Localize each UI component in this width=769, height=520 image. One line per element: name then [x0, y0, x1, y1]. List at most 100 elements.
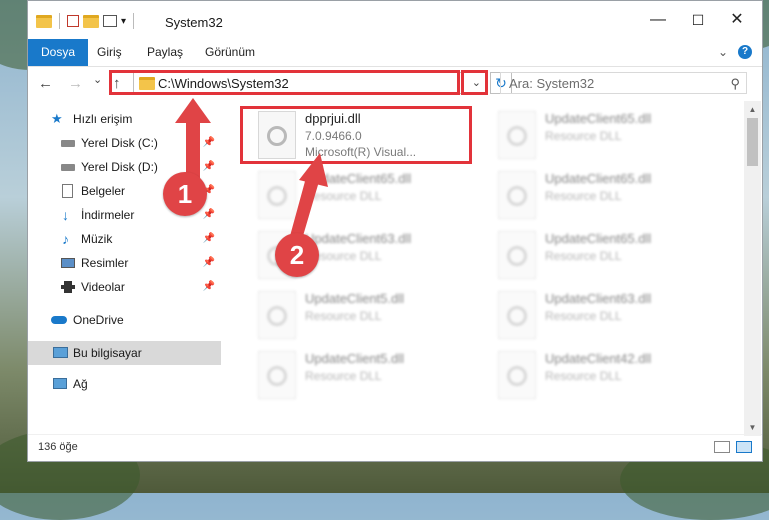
- sidebar-item-music[interactable]: ♪ Müzik 📌: [28, 227, 221, 251]
- sidebar-item-label: Belgeler: [81, 184, 126, 198]
- file-highlight-box: [240, 106, 472, 164]
- sidebar-item-label: Yerel Disk (D:): [81, 160, 158, 174]
- refresh-highlight-box: [461, 70, 488, 95]
- title-bar: ▾ System32 — ☐ ✕: [28, 1, 762, 39]
- properties-icon[interactable]: [67, 15, 79, 27]
- dll-file-icon: [258, 171, 296, 219]
- forward-arrow-icon[interactable]: →: [68, 75, 83, 92]
- view-switcher: [714, 441, 752, 453]
- separator: [133, 13, 135, 29]
- computer-icon: [53, 347, 68, 358]
- expand-ribbon-chevron-icon[interactable]: ⌄: [718, 45, 728, 59]
- help-icon[interactable]: ?: [738, 45, 752, 59]
- download-icon: ↓: [62, 207, 69, 223]
- tab-home[interactable]: Giriş: [97, 39, 122, 66]
- maximize-button[interactable]: ☐: [683, 9, 713, 31]
- sidebar-item-label: İndirmeler: [81, 208, 135, 222]
- tab-share[interactable]: Paylaş: [147, 39, 183, 66]
- item-count: 136 öğe: [38, 441, 78, 453]
- window-title: System32: [165, 15, 223, 30]
- dll-file-icon: [498, 231, 536, 279]
- details-view-icon[interactable]: [714, 441, 730, 453]
- scroll-thumb[interactable]: [747, 118, 758, 166]
- file-item[interactable]: UpdateClient63.dll Resource DLL: [488, 286, 713, 344]
- pin-icon: 📌: [202, 161, 215, 172]
- pin-icon: 📌: [202, 281, 215, 292]
- sidebar-item-label: Müzik: [81, 232, 113, 246]
- recent-locations-chevron-icon[interactable]: ⌄: [93, 73, 102, 86]
- file-name: UpdateClient42.dll: [545, 351, 652, 366]
- sidebar-item-label: OneDrive: [73, 313, 124, 327]
- back-arrow-icon[interactable]: ←: [38, 75, 53, 92]
- file-item[interactable]: UpdateClient42.dll Resource DLL: [488, 346, 713, 404]
- sidebar-item-pictures[interactable]: Resimler 📌: [28, 251, 221, 275]
- tab-file[interactable]: Dosya: [28, 39, 89, 66]
- ribbon-tabs: Dosya Giriş Paylaş Görünüm ⌄ ?: [28, 39, 762, 67]
- pictures-icon: [61, 258, 75, 268]
- tiles-view-icon[interactable]: [736, 441, 752, 453]
- dll-file-icon: [258, 351, 296, 399]
- customize-toolbar-chevron-icon[interactable]: ▾: [121, 16, 126, 27]
- ribbon-controls: ⌄ ?: [718, 45, 752, 59]
- folder-icon: [36, 14, 52, 28]
- search-input[interactable]: Ara: System32 ⚲: [500, 72, 747, 94]
- dll-file-icon: [498, 351, 536, 399]
- drive-icon: [61, 140, 75, 147]
- file-item[interactable]: UpdateClient5.dll Resource DLL: [248, 286, 473, 344]
- navigation-pane: ★ Hızlı erişim Yerel Disk (C:) 📌 Yerel D…: [28, 104, 221, 434]
- dll-file-icon: [498, 291, 536, 339]
- file-name: UpdateClient65.dll: [545, 111, 652, 126]
- dll-file-icon: [258, 291, 296, 339]
- file-type: Resource DLL: [545, 369, 622, 383]
- documents-icon: [62, 184, 73, 198]
- search-icon: ⚲: [730, 76, 740, 91]
- separator: [59, 13, 60, 29]
- drive-icon: [61, 164, 75, 171]
- file-type: Resource DLL: [545, 309, 622, 323]
- sidebar-item-videos[interactable]: Videolar 📌: [28, 275, 221, 299]
- cloud-icon: [51, 316, 67, 324]
- pin-icon: 📌: [202, 257, 215, 268]
- dll-file-icon: [498, 171, 536, 219]
- scroll-up-arrow-icon[interactable]: ▲: [744, 101, 761, 118]
- sidebar-item-quick-access[interactable]: ★ Hızlı erişim: [28, 107, 221, 131]
- sidebar-item-network[interactable]: Ağ: [28, 372, 221, 396]
- music-icon: ♪: [62, 231, 69, 247]
- pin-icon: 📌: [202, 233, 215, 244]
- file-item[interactable]: UpdateClient65.dll Resource DLL: [488, 226, 713, 284]
- sidebar-item-label: Bu bilgisayar: [73, 346, 142, 360]
- file-name: UpdateClient5.dll: [305, 351, 405, 366]
- quick-access-toolbar: ▾: [36, 13, 137, 29]
- pin-icon: 📌: [202, 137, 215, 148]
- step-marker-1: 1: [163, 172, 207, 216]
- videos-icon: [61, 281, 75, 293]
- file-type: Resource DLL: [305, 189, 382, 203]
- sidebar-item-local-disk-c[interactable]: Yerel Disk (C:) 📌: [28, 131, 221, 155]
- close-button[interactable]: ✕: [722, 9, 752, 31]
- file-type: Resource DLL: [305, 369, 382, 383]
- pin-icon: 📌: [202, 209, 215, 220]
- file-type: Resource DLL: [305, 309, 382, 323]
- network-icon: [53, 378, 67, 389]
- new-folder-icon[interactable]: [83, 14, 99, 28]
- star-icon: ★: [51, 111, 63, 126]
- tab-view[interactable]: Görünüm: [205, 39, 255, 66]
- minimize-button[interactable]: —: [643, 9, 673, 31]
- file-item[interactable]: UpdateClient5.dll Resource DLL: [248, 346, 473, 404]
- search-placeholder: Ara: System32: [509, 76, 595, 91]
- sidebar-item-this-pc[interactable]: Bu bilgisayar: [28, 341, 221, 365]
- file-item[interactable]: UpdateClient65.dll Resource DLL: [488, 166, 713, 224]
- file-type: Resource DLL: [545, 249, 622, 263]
- file-item[interactable]: UpdateClient65.dll Resource DLL: [488, 106, 713, 164]
- vertical-scrollbar[interactable]: ▲ ▼: [744, 101, 761, 436]
- view-toggle-icon[interactable]: [103, 15, 117, 27]
- file-name: UpdateClient63.dll: [545, 291, 652, 306]
- file-name: UpdateClient65.dll: [545, 231, 652, 246]
- file-type: Resource DLL: [545, 129, 622, 143]
- file-name: UpdateClient5.dll: [305, 291, 405, 306]
- file-type: Resource DLL: [545, 189, 622, 203]
- sidebar-item-onedrive[interactable]: OneDrive: [28, 308, 221, 332]
- file-item[interactable]: UpdateClient65.dll Resource DLL: [248, 166, 473, 224]
- step-marker-2: 2: [275, 233, 319, 277]
- status-bar: 136 öğe: [28, 434, 762, 461]
